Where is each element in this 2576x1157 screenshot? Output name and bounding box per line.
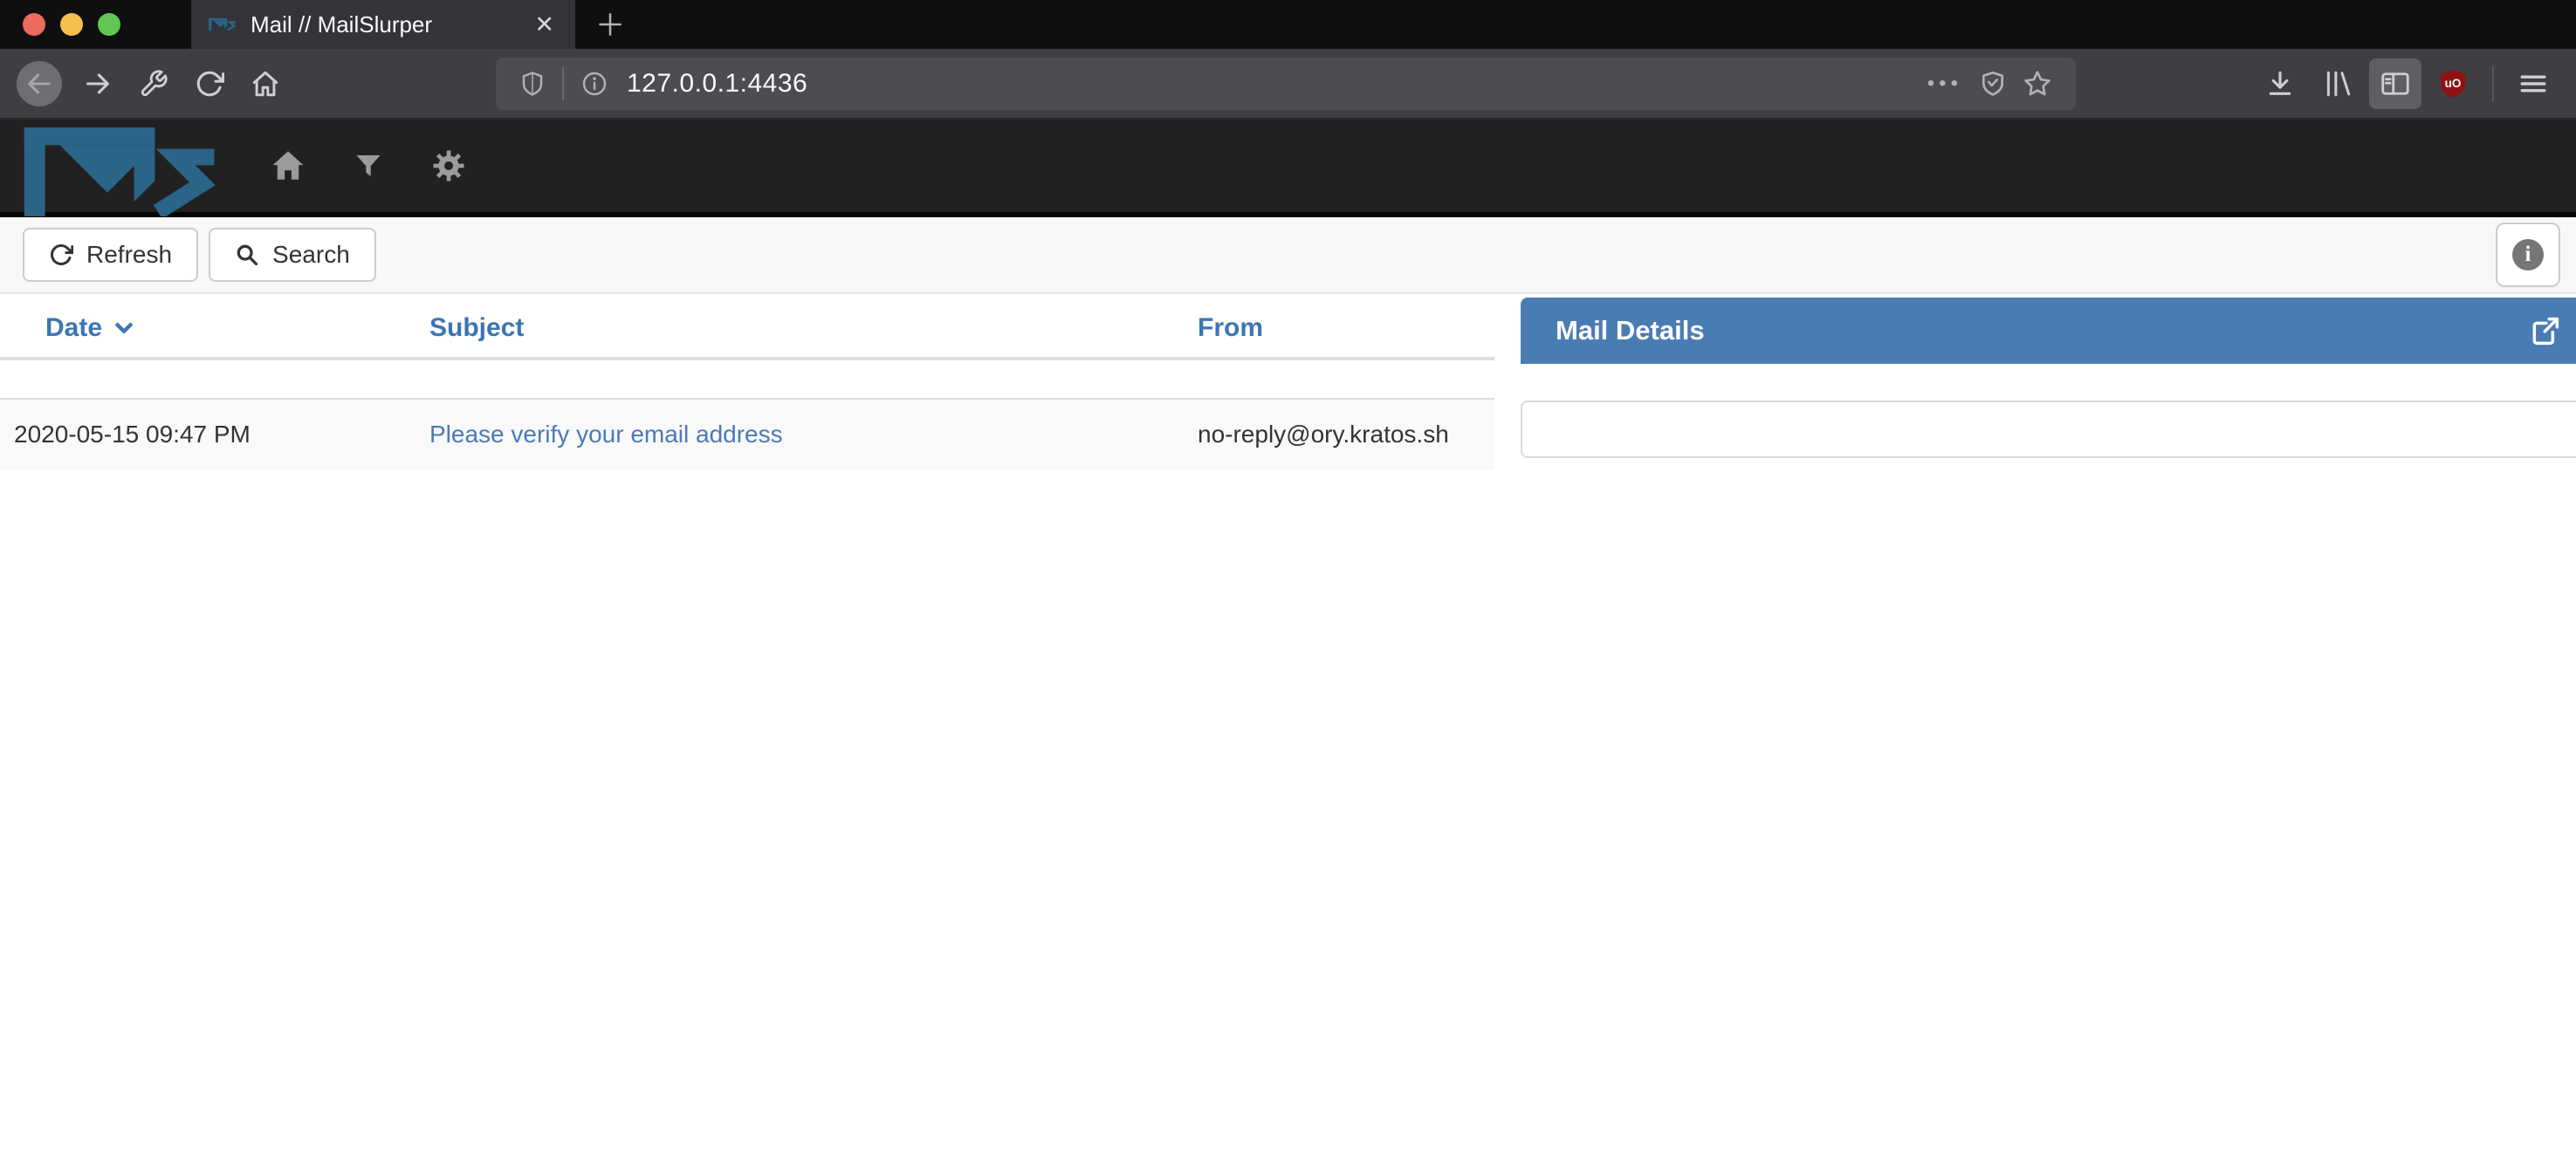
reload-button[interactable]	[184, 58, 235, 109]
app-settings-button[interactable]	[428, 145, 470, 187]
mail-row-subject-link[interactable]: Please verify your email address	[429, 421, 783, 448]
new-tab-button[interactable]	[575, 0, 645, 49]
tab-title: Mail // MailSlurper	[251, 11, 517, 38]
ublock-origin-button[interactable]: uO	[2427, 58, 2479, 109]
wrench-icon	[139, 69, 168, 99]
window-controls	[0, 0, 141, 49]
search-icon	[235, 243, 259, 267]
toolbar-right-cluster: uO	[2251, 58, 2562, 109]
pocket-shield-check-icon[interactable]	[1971, 70, 2015, 98]
forward-arrow-icon	[83, 69, 113, 99]
sidebar-icon	[2380, 68, 2411, 99]
forward-button[interactable]	[72, 58, 123, 109]
app-home-icon	[270, 147, 306, 184]
address-bar[interactable]: 127.0.0.1:4436 •••	[496, 58, 2076, 110]
search-button[interactable]: Search	[209, 228, 376, 282]
menu-button[interactable]	[2507, 58, 2559, 109]
column-header-subject-label: Subject	[429, 313, 524, 342]
filter-funnel-icon	[353, 150, 384, 181]
info-icon: i	[2512, 239, 2544, 270]
library-button[interactable]	[2312, 58, 2364, 109]
action-strip: Refresh Search i	[0, 217, 2576, 294]
browser-nav-toolbar: 127.0.0.1:4436 ••• uO	[0, 49, 2576, 120]
column-header-date-label: Date	[45, 313, 102, 343]
refresh-button[interactable]: Refresh	[23, 228, 198, 282]
toolbar-separator	[2492, 65, 2494, 102]
sort-chevron-down-icon	[113, 317, 135, 339]
library-icon	[2323, 69, 2353, 99]
app-nav-icons	[267, 145, 470, 187]
mail-details-body	[1521, 400, 2576, 458]
empty-spacer-row	[0, 359, 1494, 399]
mail-list-header-row: Date Subject From	[0, 294, 1494, 359]
back-button[interactable]	[17, 61, 62, 106]
gear-icon	[431, 148, 466, 183]
window-close-button[interactable]	[23, 13, 45, 36]
app-navbar	[0, 120, 2576, 217]
urlbar-divider	[562, 67, 564, 100]
app-home-button[interactable]	[267, 145, 309, 187]
sidebars-button[interactable]	[2369, 58, 2421, 109]
column-header-subject[interactable]: Subject	[416, 294, 1184, 359]
url-text[interactable]: 127.0.0.1:4436	[616, 69, 1919, 99]
mail-details-header: Mail Details	[1521, 298, 2576, 364]
home-icon	[251, 69, 280, 99]
open-in-new-window-button[interactable]	[2528, 313, 2563, 348]
info-button[interactable]: i	[2496, 222, 2560, 287]
home-button[interactable]	[240, 58, 291, 109]
page-actions-icon[interactable]: •••	[1919, 72, 1971, 96]
window-zoom-button[interactable]	[98, 13, 120, 36]
tab-close-icon[interactable]: ✕	[531, 11, 558, 38]
ublock-shield-icon: uO	[2437, 68, 2469, 99]
column-header-from[interactable]: From	[1184, 294, 1494, 359]
browser-tab-bar: Mail // MailSlurper ✕	[0, 0, 2576, 49]
plus-icon	[594, 8, 627, 41]
mail-details-panel: Mail Details	[1521, 298, 2576, 458]
svg-text:uO: uO	[2445, 77, 2462, 90]
column-header-from-label: From	[1198, 313, 1263, 342]
external-link-icon	[2528, 313, 2563, 348]
mail-list-table: Date Subject From 2020-05-15 09:47 PM Pl…	[0, 294, 1494, 469]
mail-row-from: no-reply@ory.kratos.sh	[1184, 399, 1494, 469]
bookmark-star-icon[interactable]	[2015, 69, 2060, 99]
reload-icon	[195, 69, 224, 99]
mail-row[interactable]: 2020-05-15 09:47 PM Please verify your e…	[0, 399, 1494, 469]
back-arrow-icon	[24, 69, 54, 99]
customize-button[interactable]	[128, 58, 179, 109]
search-button-label: Search	[272, 241, 350, 269]
mail-row-date: 2020-05-15 09:47 PM	[0, 399, 416, 469]
window-minimize-button[interactable]	[60, 13, 83, 36]
download-icon	[2265, 69, 2295, 99]
app-filter-button[interactable]	[347, 145, 389, 187]
mailslurper-favicon-icon	[209, 17, 237, 32]
site-info-icon[interactable]	[573, 70, 616, 98]
mailslurper-logo	[23, 127, 222, 216]
column-header-date[interactable]: Date	[0, 294, 416, 359]
browser-tab[interactable]: Mail // MailSlurper ✕	[191, 0, 575, 49]
refresh-icon	[49, 243, 73, 267]
tracking-protection-shield-icon[interactable]	[512, 71, 553, 97]
refresh-button-label: Refresh	[86, 241, 172, 269]
mail-details-title: Mail Details	[1556, 315, 1705, 346]
main-content: Date Subject From 2020-05-15 09:47 PM Pl…	[0, 294, 2576, 469]
hamburger-icon	[2518, 69, 2548, 99]
downloads-button[interactable]	[2254, 58, 2306, 109]
